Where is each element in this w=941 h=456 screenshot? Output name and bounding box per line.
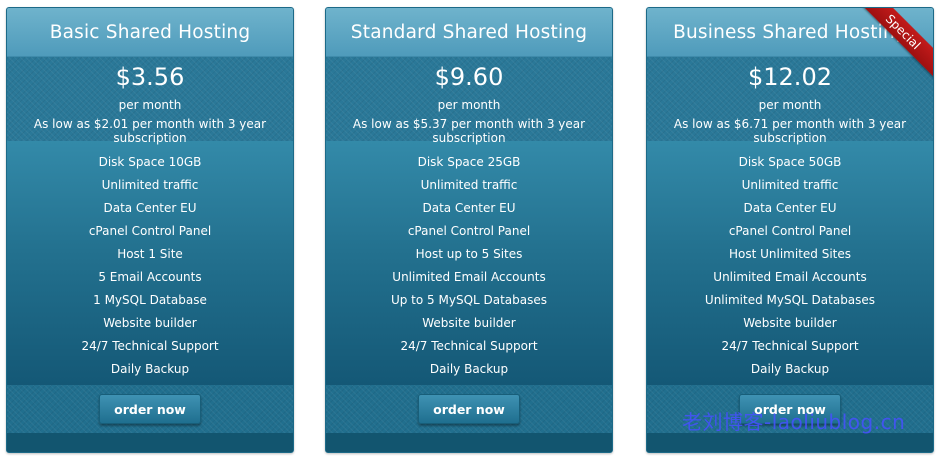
price-period: per month [758,98,822,112]
feature-item: Unlimited traffic [741,178,839,192]
feature-item: Unlimited traffic [420,178,518,192]
card-footer [647,433,933,452]
order-block: order now [7,385,293,433]
feature-item: Website builder [103,316,197,330]
feature-item: cPanel Control Panel [728,224,852,238]
order-block: order now [326,385,612,433]
feature-list: Disk Space 50GB Unlimited traffic Data C… [647,141,933,385]
plan-card-standard: Standard Shared Hosting $9.60 per month … [325,7,613,453]
pricing-table: Basic Shared Hosting $3.56 per month As … [0,0,941,456]
feature-item: Data Center EU [422,201,516,215]
feature-item: Unlimited Email Accounts [392,270,546,284]
order-now-button[interactable]: order now [739,394,841,424]
card-footer [7,433,293,452]
feature-item: 5 Email Accounts [98,270,202,284]
feature-item: Daily Backup [429,362,509,376]
feature-item: Website builder [743,316,837,330]
feature-item: 24/7 Technical Support [721,339,859,353]
feature-item: cPanel Control Panel [88,224,212,238]
feature-item: Daily Backup [750,362,830,376]
price-block: $3.56 per month As low as $2.01 per mont… [7,57,293,145]
feature-item: Unlimited Email Accounts [713,270,867,284]
feature-item: Disk Space 25GB [417,155,521,169]
order-now-button[interactable]: order now [418,394,520,424]
plan-price: $3.56 [115,63,185,91]
special-ribbon-label: Special [853,8,933,82]
feature-item: Unlimited traffic [101,178,199,192]
price-period: per month [118,98,182,112]
feature-item: Daily Backup [110,362,190,376]
price-block: $9.60 per month As low as $5.37 per mont… [326,57,612,145]
feature-item: Website builder [422,316,516,330]
plan-card-basic: Basic Shared Hosting $3.56 per month As … [6,7,294,453]
feature-item: Data Center EU [103,201,197,215]
feature-item: Host 1 Site [117,247,183,261]
order-block: order now [647,385,933,433]
feature-item: Disk Space 10GB [98,155,202,169]
order-now-button[interactable]: order now [99,394,201,424]
card-footer [326,433,612,452]
plan-card-business: Business Shared Hosting $12.02 per month… [646,7,934,453]
plan-title: Basic Shared Hosting [7,8,293,57]
plan-price: $9.60 [434,63,504,91]
feature-list: Disk Space 25GB Unlimited traffic Data C… [326,141,612,385]
feature-item: Host up to 5 Sites [415,247,523,261]
feature-item: 24/7 Technical Support [400,339,538,353]
feature-item: 1 MySQL Database [93,293,207,307]
feature-item: Host Unlimited Sites [728,247,852,261]
plan-title: Standard Shared Hosting [326,8,612,57]
price-period: per month [437,98,501,112]
feature-list: Disk Space 10GB Unlimited traffic Data C… [7,141,293,385]
feature-item: Data Center EU [743,201,837,215]
feature-item: Unlimited MySQL Databases [704,293,876,307]
feature-item: Disk Space 50GB [738,155,842,169]
special-ribbon: Special [853,8,933,88]
feature-item: Up to 5 MySQL Databases [390,293,548,307]
feature-item: 24/7 Technical Support [81,339,219,353]
feature-item: cPanel Control Panel [407,224,531,238]
